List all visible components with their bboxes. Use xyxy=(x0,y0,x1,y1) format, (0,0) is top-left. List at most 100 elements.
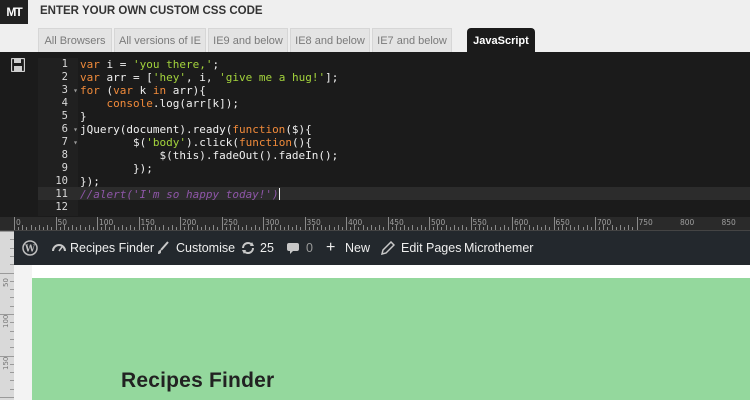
ruler-tick xyxy=(599,227,601,230)
ruler-tick xyxy=(358,227,360,230)
ruler-tick xyxy=(462,225,464,230)
ruler-tick xyxy=(30,225,32,230)
fold-arrow-icon[interactable]: ▾ xyxy=(73,123,78,136)
ruler-label: 700 xyxy=(597,218,612,227)
site-preview[interactable]: Recipes Finder xyxy=(14,265,750,400)
ruler-tick xyxy=(0,272,14,274)
ruler-tick xyxy=(184,227,186,230)
tab-ie7[interactable]: IE7 and below xyxy=(372,28,452,52)
ruler-tick xyxy=(200,227,202,230)
ruler-tick xyxy=(590,227,592,230)
line-number: 2 xyxy=(38,71,78,84)
ruler-tick xyxy=(92,227,94,230)
floppy-disk-icon[interactable] xyxy=(11,58,25,72)
fold-arrow-icon[interactable]: ▾ xyxy=(73,84,78,97)
ruler-tick xyxy=(142,227,144,230)
microthemer-link[interactable]: Microthemer xyxy=(464,231,533,265)
ruler-label: 0 xyxy=(16,218,21,227)
line-number-label: 3 xyxy=(61,84,68,96)
ruler-tick xyxy=(474,227,476,230)
ruler-tick xyxy=(632,227,634,230)
ruler-tick xyxy=(121,225,123,230)
ruler-label: 100 xyxy=(99,218,114,227)
ruler-tick xyxy=(196,225,198,230)
ruler-tick xyxy=(287,225,289,230)
paintbrush-icon xyxy=(158,241,169,254)
ruler-tick xyxy=(150,227,152,230)
code-editor[interactable]: 1 2 3 ▾ 4 5 6 ▾ 7 ▾ 8 9 10 11 12 var i = 'you there,';… xyxy=(0,52,750,217)
ruler-tick xyxy=(67,227,69,230)
ruler-tick xyxy=(250,227,252,230)
ruler-tick xyxy=(582,227,584,230)
ruler-tick xyxy=(167,227,169,230)
microthemer-logo: MT xyxy=(0,0,28,24)
ruler-tick xyxy=(138,217,140,230)
ruler-tick xyxy=(155,225,157,230)
ruler-label: 150 xyxy=(140,218,155,227)
ruler-label: 500 xyxy=(431,218,446,227)
ruler-tick xyxy=(636,217,638,230)
site-title[interactable]: Recipes Finder xyxy=(121,369,274,393)
line-number: 3 ▾ xyxy=(38,84,78,97)
ruler-tick xyxy=(624,227,626,230)
tab-all-browsers[interactable]: All Browsers xyxy=(38,28,112,52)
site-name-link[interactable]: Recipes Finder xyxy=(70,231,154,265)
ruler-tick xyxy=(433,227,435,230)
code-line: console.log(arr[k]); xyxy=(106,97,239,110)
ruler-label: 450 xyxy=(389,218,404,227)
line-number: 6 ▾ xyxy=(38,123,78,136)
updates-count[interactable]: 25 xyxy=(260,231,274,265)
code-line: $(this).fadeOut().fadeIn(); xyxy=(80,149,339,162)
ruler-tick xyxy=(221,217,223,230)
ruler-tick xyxy=(586,225,588,230)
ruler-tick xyxy=(38,225,40,230)
ruler-tick xyxy=(117,227,119,230)
ruler-tick xyxy=(441,227,443,230)
code-line: //alert('I'm so happy today!') xyxy=(80,188,280,201)
ruler-tick xyxy=(470,217,472,230)
ruler-tick xyxy=(80,225,82,230)
line-number-label: 11 xyxy=(55,188,68,200)
ruler-label: 650 xyxy=(555,218,570,227)
vertical-ruler: 50 100 150 xyxy=(0,231,14,400)
ruler-label: 850 xyxy=(721,218,736,227)
pencil-icon xyxy=(381,241,395,255)
ruler-tick xyxy=(341,227,343,230)
ruler-tick xyxy=(516,227,518,230)
ruler-tick xyxy=(379,225,381,230)
ruler-tick xyxy=(565,227,567,230)
ruler-tick xyxy=(47,225,49,230)
ruler-tick xyxy=(391,227,393,230)
tab-javascript[interactable]: JavaScript xyxy=(467,28,535,52)
edit-pages-link[interactable]: Edit Pages xyxy=(401,231,461,265)
ruler-tick xyxy=(316,227,318,230)
ruler-tick xyxy=(615,227,617,230)
ruler-tick xyxy=(416,227,418,230)
ruler-tick xyxy=(300,227,302,230)
ruler-tick xyxy=(113,225,115,230)
tab-all-ie[interactable]: All versions of IE xyxy=(114,28,206,52)
ruler-tick xyxy=(14,217,15,230)
ruler-tick xyxy=(466,227,468,230)
fold-arrow-icon[interactable]: ▾ xyxy=(73,136,78,149)
ruler-tick xyxy=(283,227,285,230)
line-number-label: 4 xyxy=(61,97,68,109)
customise-link[interactable]: Customise xyxy=(176,231,235,265)
ruler-tick xyxy=(22,225,24,230)
ruler-label: 50 xyxy=(2,277,10,287)
new-content-link[interactable]: New xyxy=(345,231,370,265)
tab-ie9[interactable]: IE9 and below xyxy=(208,28,288,52)
ruler-tick xyxy=(350,227,352,230)
ruler-tick xyxy=(279,225,281,230)
ruler-tick xyxy=(553,217,555,230)
tab-ie8[interactable]: IE8 and below xyxy=(290,28,370,52)
wordpress-icon[interactable]: W xyxy=(22,240,38,256)
ruler-tick xyxy=(55,217,57,230)
horizontal-ruler: 0 50 100 150 200 250 300 350 400 450 500 550 600 650 7… xyxy=(0,217,750,231)
ruler-label: 300 xyxy=(265,218,280,227)
comments-count[interactable]: 0 xyxy=(306,231,313,265)
ruler-tick xyxy=(97,217,98,230)
ruler-tick xyxy=(308,227,310,230)
code-line: var arr = ['hey', i, 'give me a hug!']; xyxy=(80,71,339,84)
ruler-label: 250 xyxy=(223,218,238,227)
